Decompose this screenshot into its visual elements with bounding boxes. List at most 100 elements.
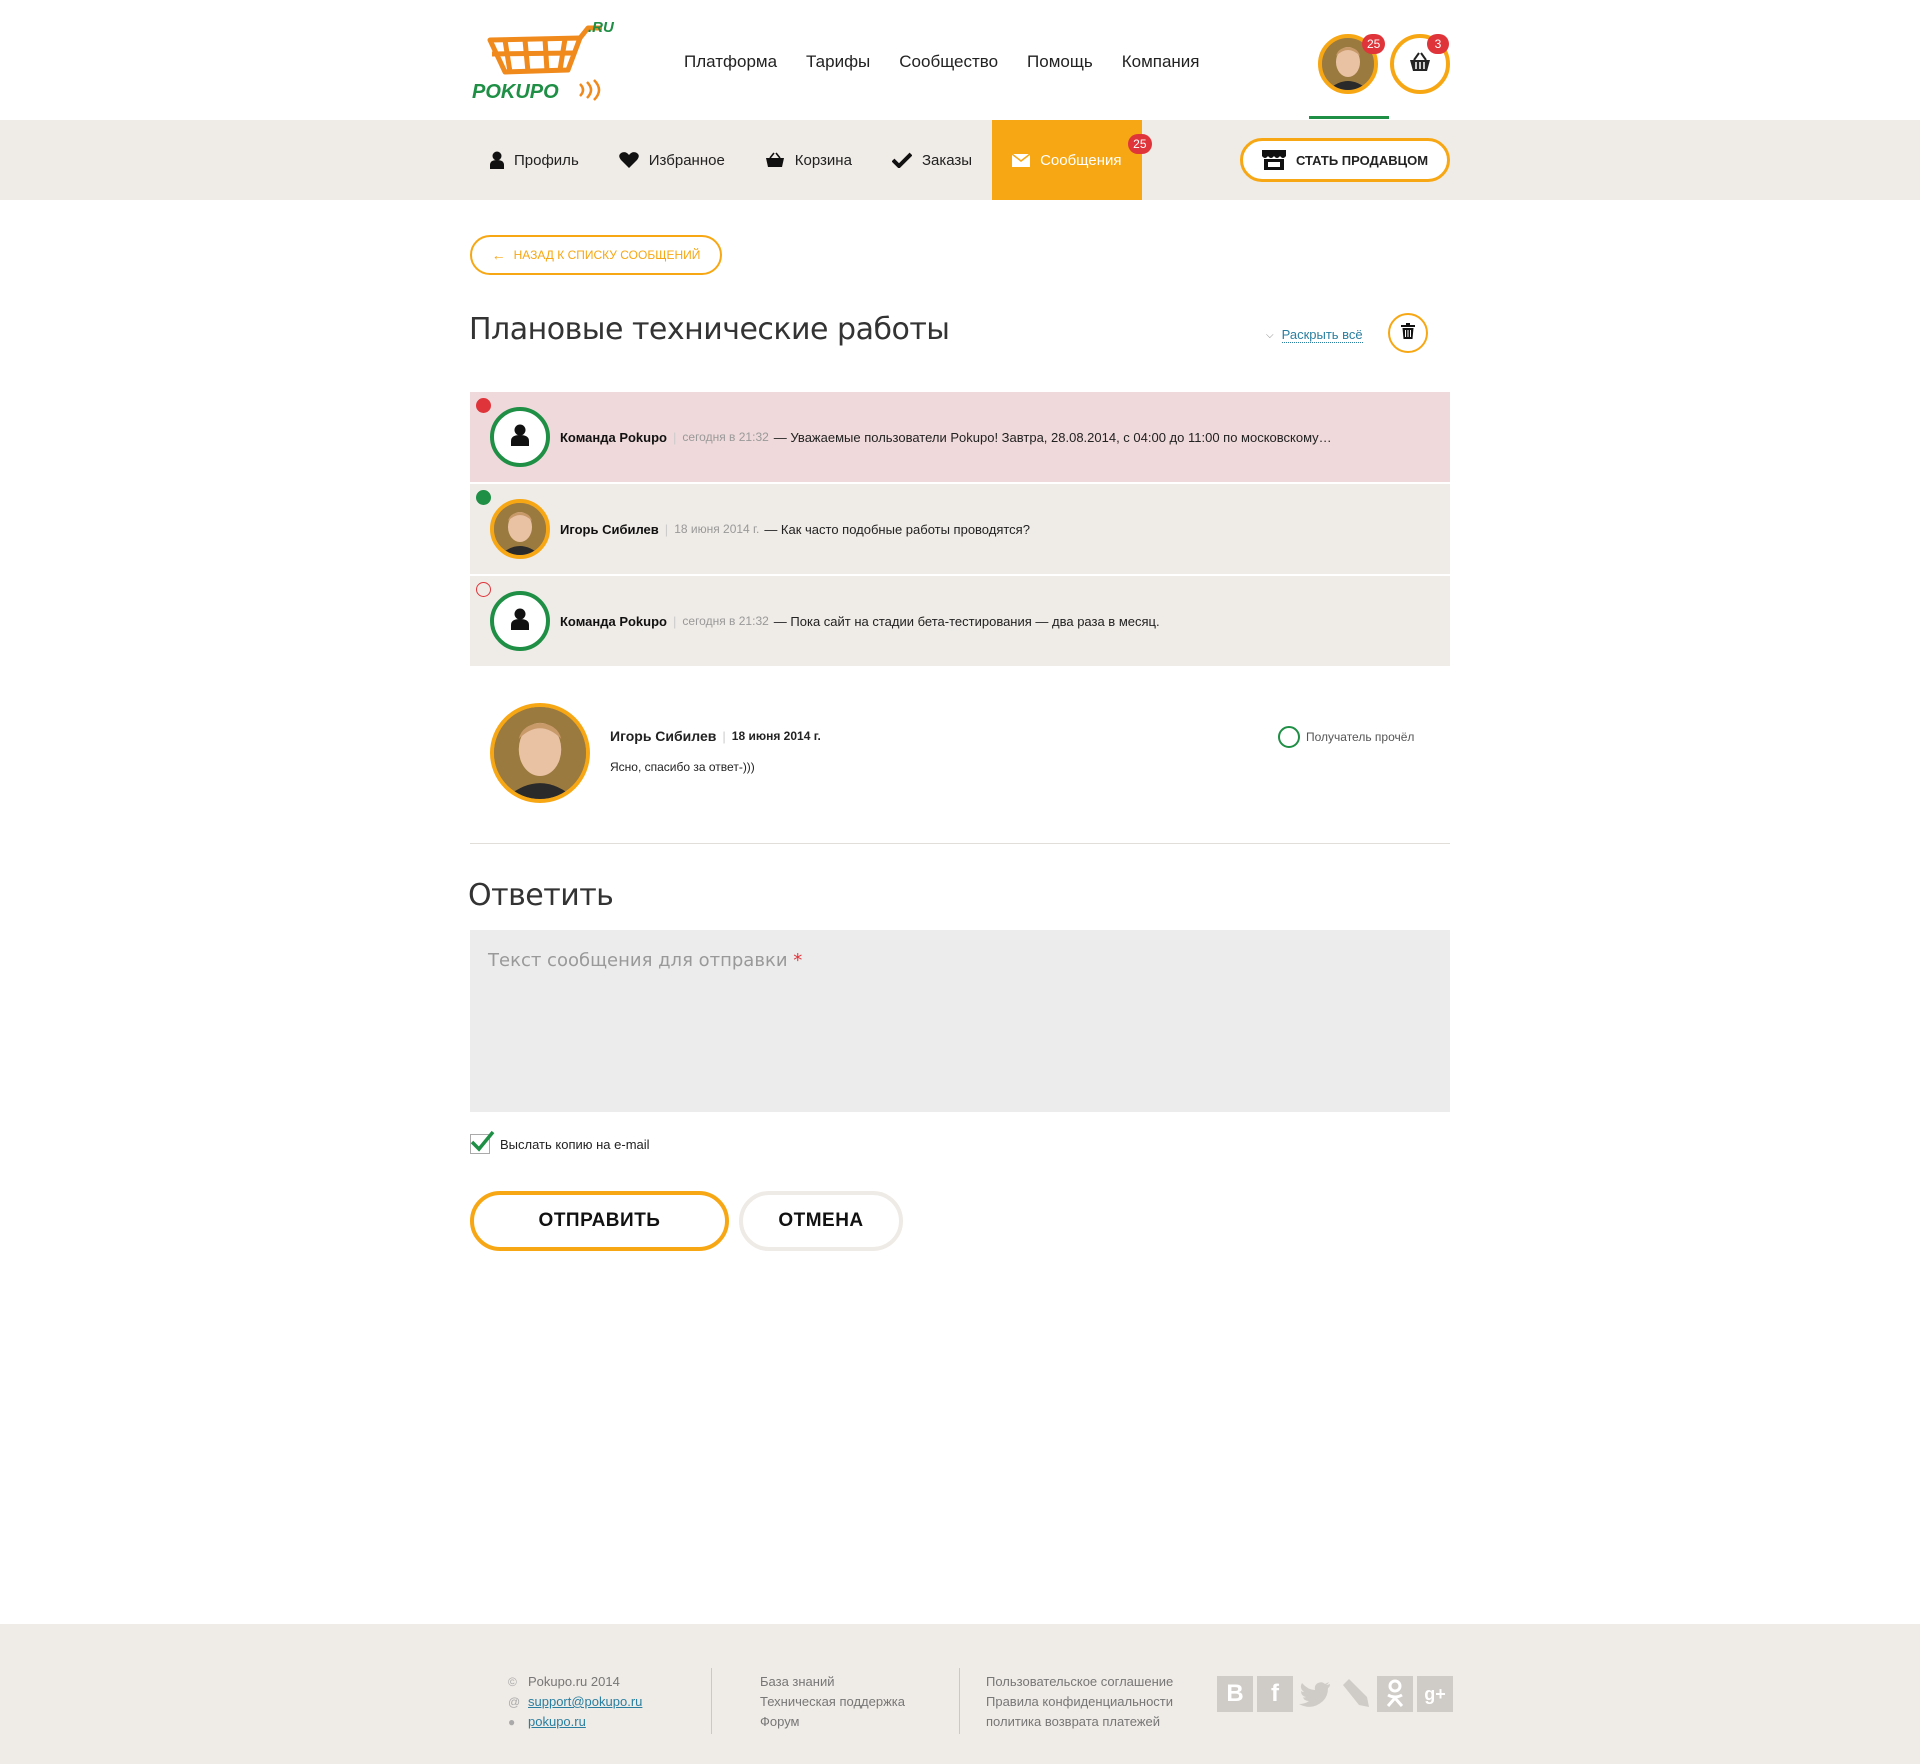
message-preview: — Пока сайт на стадии бета-тестирования … xyxy=(773,613,1160,629)
page-title: Плановые технические работы xyxy=(469,312,950,347)
copyright-icon: © xyxy=(508,1675,517,1689)
odnoklassniki-icon[interactable] xyxy=(1377,1676,1413,1712)
footer-divider xyxy=(711,1668,712,1734)
separator: | xyxy=(664,521,669,537)
cancel-button[interactable]: ОТМЕНА xyxy=(739,1191,903,1251)
tab-cart[interactable]: Корзина xyxy=(745,120,872,200)
message-preview: — Как часто подобные работы проводятся? xyxy=(764,521,1030,537)
separator: | xyxy=(673,429,677,445)
account-subnav: Профиль Избранное Корзина Заказы Сообщен… xyxy=(0,120,1920,200)
social-links: B f g+ xyxy=(1217,1676,1453,1712)
pokupo-logo[interactable]: .RU POKUPO xyxy=(470,19,620,104)
user-icon xyxy=(511,608,529,635)
tab-messages-label: Сообщения xyxy=(1040,151,1122,169)
reply-title: Ответить xyxy=(468,878,614,913)
back-to-messages-label: НАЗАД К СПИСКУ СООБЩЕНИЙ xyxy=(513,248,701,262)
nav-link-help[interactable]: Помощь xyxy=(1027,52,1093,72)
required-mark: * xyxy=(793,950,803,971)
footer-link-privacy[interactable]: Правила конфиденциальности xyxy=(986,1692,1173,1712)
reply-placeholder: Текст сообщения для отправки xyxy=(488,950,788,971)
tab-favorites[interactable]: Избранное xyxy=(599,120,745,200)
footer-help-links: База знаний Техническая поддержка Форум xyxy=(760,1672,905,1732)
message-body: Ясно, спасибо за ответ-))) xyxy=(610,760,755,774)
facebook-icon[interactable]: f xyxy=(1257,1676,1293,1712)
message-author: Команда Pokupo xyxy=(560,613,667,629)
message-date: сегодня в 21:32 xyxy=(682,614,769,628)
nav-link-tariffs[interactable]: Тарифы xyxy=(806,52,870,72)
footer-copyright: Pokupo.ru 2014 xyxy=(528,1674,620,1689)
unread-indicator xyxy=(476,398,491,413)
thread-message-row[interactable]: Игорь Сибилев | 18 июня 2014 г. — Как ча… xyxy=(470,484,1450,574)
read-status-label: Получатель прочёл xyxy=(1306,730,1415,744)
livejournal-icon[interactable] xyxy=(1337,1676,1373,1712)
tab-favorites-label: Избранное xyxy=(648,151,725,169)
sent-indicator xyxy=(476,490,491,505)
footer-contacts: © Pokupo.ru 2014 @ support@pokupo.ru ● poku… xyxy=(508,1672,642,1732)
footer-link-refund-policy[interactable]: политика возврата платежей xyxy=(986,1712,1173,1732)
message-thread: Команда Pokupo | сегодня в 21:32 — Уважа… xyxy=(470,392,1450,668)
divider xyxy=(470,843,1450,844)
separator: | xyxy=(722,728,726,744)
expand-all-link[interactable]: ⌵ Раскрыть всё xyxy=(1266,327,1363,343)
user-icon xyxy=(511,424,529,451)
google-plus-icon[interactable]: g+ xyxy=(1417,1676,1453,1712)
basket-icon xyxy=(1408,51,1432,77)
nav-link-platform[interactable]: Платформа xyxy=(684,52,777,72)
footer-skype-link[interactable]: pokupo.ru xyxy=(528,1712,586,1732)
become-seller-label: СТАТЬ ПРОДАВЦОМ xyxy=(1295,152,1429,168)
footer-link-support[interactable]: Техническая поддержка xyxy=(760,1692,905,1712)
reply-textarea[interactable]: Текст сообщения для отправки * xyxy=(470,930,1450,1112)
site-header: .RU POKUPO Платформа Тарифы Сообщество П… xyxy=(0,0,1920,120)
messages-count-badge: 25 xyxy=(1128,134,1152,154)
avatar xyxy=(490,499,550,559)
store-icon xyxy=(1261,150,1286,170)
checkbox-box[interactable] xyxy=(470,1130,495,1154)
check-icon xyxy=(470,1130,495,1152)
thread-message-row[interactable]: Команда Pokupo | сегодня в 21:32 — Уважа… xyxy=(470,392,1450,482)
twitter-icon[interactable] xyxy=(1297,1676,1333,1712)
heart-icon xyxy=(618,151,639,169)
send-button[interactable]: ОТПРАВИТЬ xyxy=(470,1191,729,1251)
avatar xyxy=(490,591,550,651)
tab-orders-label: Заказы xyxy=(921,151,973,169)
expand-all-label: Раскрыть всё xyxy=(1281,327,1363,343)
message-author: Команда Pokupo xyxy=(560,429,667,445)
chevron-down-icon: ⌵ xyxy=(1266,329,1274,341)
back-to-messages-button[interactable]: ← НАЗАД К СПИСКУ СООБЩЕНИЙ xyxy=(470,235,722,275)
tab-messages[interactable]: Сообщения 25 xyxy=(992,120,1152,200)
copy-email-label: Выслать копию на e-mail xyxy=(500,1136,650,1152)
cart-count-badge: 3 xyxy=(1427,34,1449,54)
user-active-underline xyxy=(1309,116,1389,119)
tab-orders[interactable]: Заказы xyxy=(872,120,992,200)
footer-link-forum[interactable]: Форум xyxy=(760,1712,905,1732)
user-notifications-badge: 25 xyxy=(1362,34,1386,54)
check-icon xyxy=(891,152,912,168)
read-indicator xyxy=(476,582,491,597)
vk-icon[interactable]: B xyxy=(1217,1676,1253,1712)
thread-message-row[interactable]: Команда Pokupo | сегодня в 21:32 — Пока … xyxy=(470,576,1450,666)
message-author: Игорь Сибилев xyxy=(610,728,717,744)
nav-link-company[interactable]: Компания xyxy=(1122,52,1200,72)
top-navigation: Платформа Тарифы Сообщество Помощь Компа… xyxy=(684,52,1229,72)
message-date: 18 июня 2014 г. xyxy=(674,522,760,536)
footer-link-user-agreement[interactable]: Пользовательское соглашение xyxy=(986,1672,1173,1692)
tab-profile[interactable]: Профиль xyxy=(470,120,599,200)
nav-link-community[interactable]: Сообщество xyxy=(899,52,998,72)
footer-divider xyxy=(959,1668,960,1734)
footer-link-knowledge-base[interactable]: База знаний xyxy=(760,1672,905,1692)
message-preview: — Уважаемые пользователи Pokupo! Завтра,… xyxy=(773,429,1332,445)
site-footer: © Pokupo.ru 2014 @ support@pokupo.ru ● poku… xyxy=(0,1624,1920,1764)
delete-thread-button[interactable] xyxy=(1388,313,1428,353)
footer-legal-links: Пользовательское соглашение Правила конф… xyxy=(986,1672,1173,1732)
footer-email-link[interactable]: support@pokupo.ru xyxy=(528,1692,642,1712)
basket-icon xyxy=(765,152,785,168)
copy-email-checkbox[interactable]: Выслать копию на e-mail xyxy=(470,1130,650,1154)
read-status-icon xyxy=(1278,726,1300,748)
message-date: сегодня в 21:32 xyxy=(682,430,769,444)
read-status: Получатель прочёл xyxy=(1278,726,1414,748)
user-icon xyxy=(490,151,504,169)
become-seller-button[interactable]: СТАТЬ ПРОДАВЦОМ xyxy=(1240,138,1450,182)
message-date: 18 июня 2014 г. xyxy=(731,729,821,743)
svg-text:POKUPO: POKUPO xyxy=(472,81,559,103)
message-author: Игорь Сибилев xyxy=(560,521,659,537)
